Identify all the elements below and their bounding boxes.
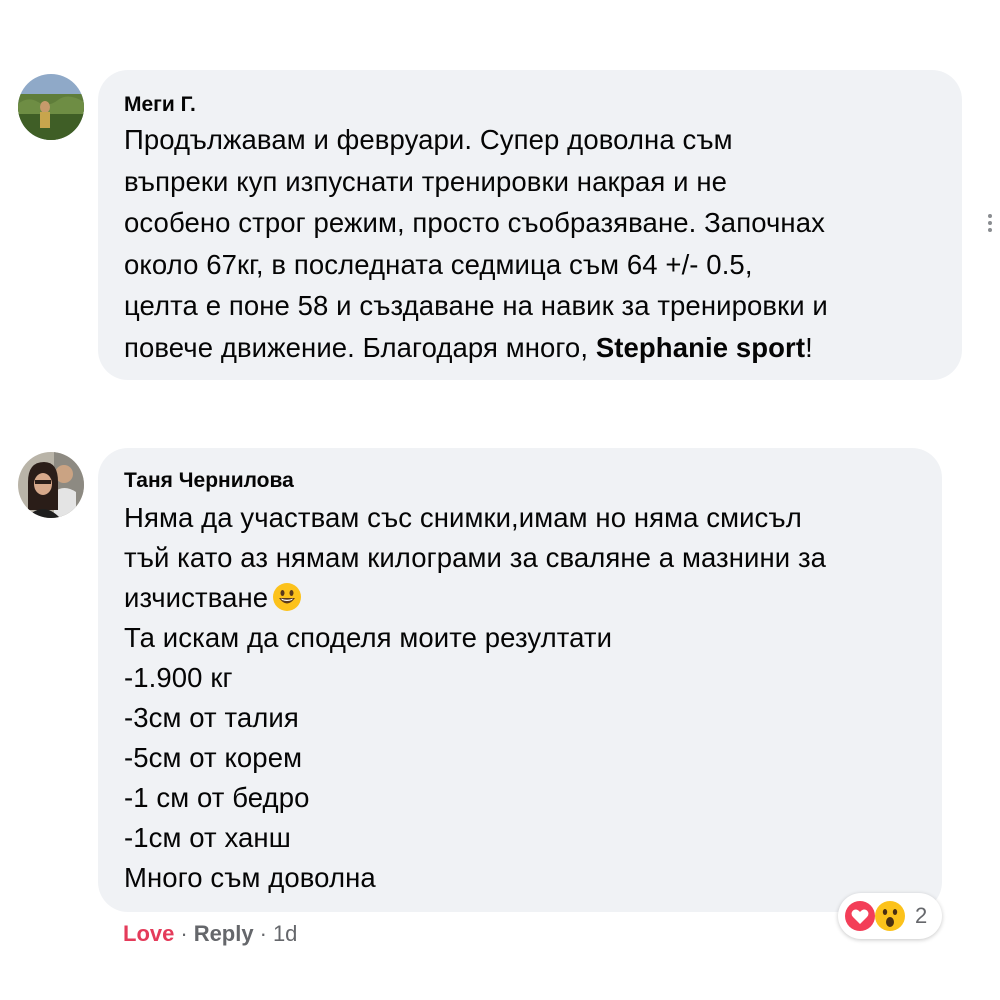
heart-reaction-icon [845, 901, 875, 931]
comment-text-line: -1см от ханш [124, 822, 291, 853]
comment-text-line: въпреки куп изпуснати тренировки накрая … [124, 166, 728, 197]
comment-text-line: тъй като аз нямам килограми за сваляне а… [124, 542, 827, 573]
comment-text-line: Няма да участвам със снимки,имам но няма… [124, 502, 802, 533]
comment-text: ! [805, 332, 813, 363]
mention-link[interactable]: Stephanie sport [596, 332, 805, 363]
comment-text-line: Продължавам и февруари. Супер доволна съ… [124, 124, 733, 155]
comment-text-line: целта е поне 58 и създаване на навик за … [124, 290, 828, 321]
comment-text: повече движение. Благодаря много, [124, 332, 596, 363]
comment-text-line: Та искам да споделя моите резултати [124, 622, 613, 653]
more-options-icon[interactable] [988, 214, 994, 234]
grinning-face-emoji [273, 583, 302, 611]
avatar[interactable] [18, 74, 84, 140]
comment-text-line: особено строг режим, просто съобразяване… [124, 207, 825, 238]
reactions-summary[interactable]: 2 [838, 893, 942, 939]
comment-text-line: Много съм доволна [124, 862, 376, 893]
comment-text-line: -1 см от бедро [124, 782, 310, 813]
comment-timestamp[interactable]: 1d [273, 921, 297, 946]
comment-text-line: -3см от талия [124, 702, 299, 733]
comment-text: изчистване [124, 582, 269, 613]
profile-photo [18, 74, 84, 140]
wow-reaction-icon [875, 901, 905, 931]
comment-text-line: -1.900 кг [124, 662, 233, 693]
profile-photo [18, 452, 84, 518]
love-button[interactable]: Love [123, 921, 174, 946]
comment-text-line: изчистване [124, 582, 302, 614]
comment-text-line: повече движение. Благодаря много, Stepha… [124, 332, 813, 364]
comment-author[interactable]: Таня Чернилова [124, 469, 294, 493]
reaction-count: 2 [915, 903, 928, 928]
avatar[interactable] [18, 452, 84, 518]
comment-text-line: -5см от корем [124, 742, 303, 773]
separator: · [180, 921, 188, 946]
comment-author[interactable]: Меги Г. [124, 93, 196, 117]
separator: · [259, 921, 267, 946]
comment-text-line: около 67кг, в последната седмица съм 64 … [124, 249, 753, 280]
reply-button[interactable]: Reply [194, 921, 254, 946]
comment-actions: Love · Reply · 1d [123, 921, 297, 947]
